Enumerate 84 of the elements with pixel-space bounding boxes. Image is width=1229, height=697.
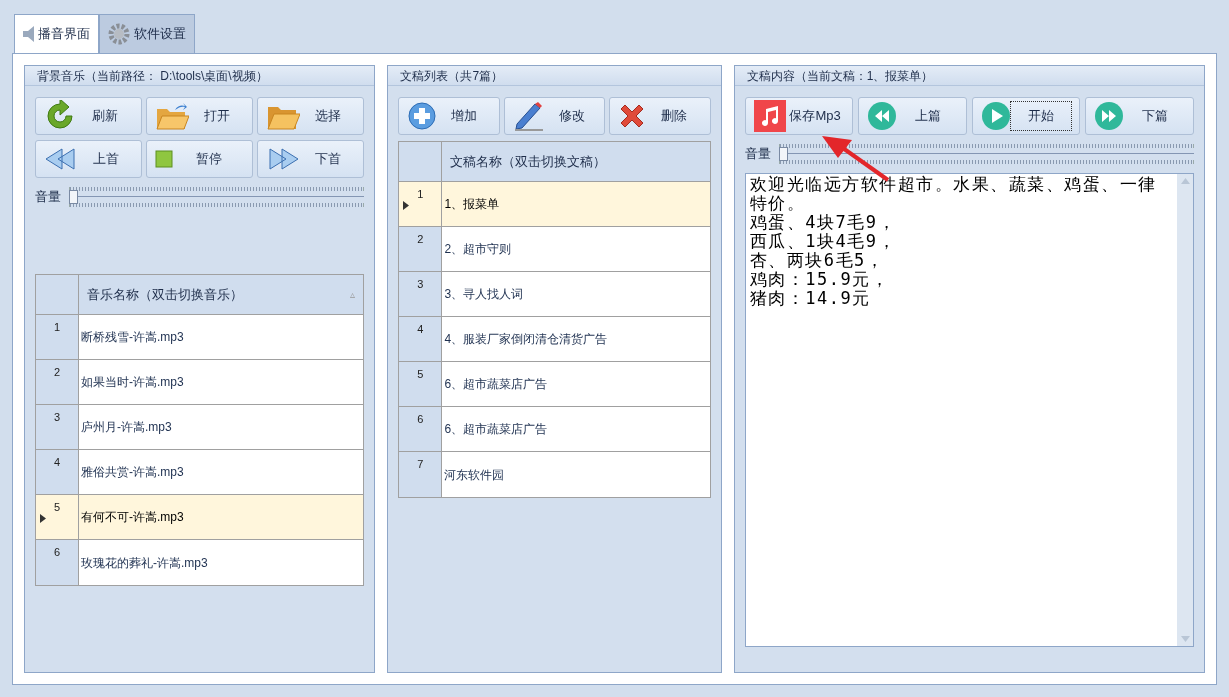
table-row[interactable]: 4 4、服装厂家倒闭清仓清货广告: [399, 317, 710, 362]
table-cell-text: 1、报菜单: [444, 196, 500, 213]
stop-square-icon: [155, 150, 174, 168]
refresh-icon: [44, 100, 76, 132]
table-cell-text: 6、超市蔬菜店广告: [444, 376, 548, 393]
toolbar-button[interactable]: 刷新: [35, 97, 143, 135]
toolbar-button[interactable]: 选择: [257, 97, 365, 135]
tab[interactable]: 软件设置: [99, 14, 195, 53]
text-line: 西瓜、1块4毛9，: [749, 232, 898, 251]
row-number: 2: [53, 365, 61, 380]
toolbar-button[interactable]: 开始: [971, 97, 1081, 135]
table-row[interactable]: 1 1、报菜单: [399, 182, 710, 227]
table-row[interactable]: 3 3、寻人找人词: [399, 272, 710, 317]
toolbar-button[interactable]: 打开: [146, 97, 254, 135]
volume-slider[interactable]: [69, 184, 365, 210]
table-row[interactable]: 5 6、超市蔬菜店广告: [399, 362, 710, 407]
volume-label: 音量: [35, 188, 61, 207]
speaker-icon: [23, 26, 34, 42]
scrollbar[interactable]: [1177, 174, 1193, 646]
row-number: 6: [53, 545, 61, 560]
table-cell-text: 庐州月-许嵩.mp3: [81, 419, 172, 436]
text-line: 鸡肉：15.9元，: [749, 270, 891, 289]
table-cell-text: 断桥残雪-许嵩.mp3: [81, 329, 184, 346]
row-number: 5: [417, 367, 424, 382]
music-note-icon: [753, 100, 786, 132]
table-cell-text: 2、超市守则: [444, 241, 512, 258]
toolbar-button[interactable]: 下篇: [1085, 97, 1194, 135]
row-number: 3: [53, 410, 61, 425]
plus-circle-icon: [407, 101, 438, 131]
table-cell-text: 4、服装厂家倒闭清仓清货广告: [444, 331, 608, 348]
table-row[interactable]: 6 6、超市蔬菜店广告: [399, 407, 710, 452]
table-row[interactable]: 4 雅俗共赏-许嵩.mp3: [36, 450, 364, 495]
double-right-arrow-icon: [266, 146, 301, 172]
toolbar-button[interactable]: 上篇: [858, 97, 967, 135]
up-arrow-icon: [1180, 178, 1190, 184]
tab[interactable]: 播音界面: [14, 14, 99, 53]
row-number: 7: [417, 457, 424, 472]
table-row[interactable]: 2 2、超市守则: [399, 227, 710, 272]
text-line: 鸡蛋、4块7毛9，: [749, 213, 898, 232]
text-line: 猪肉：14.9元: [749, 289, 872, 308]
double-left-arrow-icon: [44, 146, 78, 172]
down-arrow-icon: [1180, 636, 1190, 642]
row-number: 5: [53, 500, 61, 515]
row-number: 1: [53, 320, 61, 335]
toolbar-button[interactable]: 修改: [503, 97, 606, 135]
sort-indicator: ▵: [350, 288, 356, 302]
toolbar-button[interactable]: 暂停: [146, 140, 254, 178]
table-cell-text: 玫瑰花的葬礼-许嵩.mp3: [81, 554, 208, 572]
table-cell-text: 雅俗共赏-许嵩.mp3: [81, 464, 184, 481]
panel-title: 文稿内容（当前文稿：1、报菜单）: [746, 67, 934, 85]
table-row[interactable]: 2 如果当时-许嵩.mp3: [36, 360, 364, 405]
text-line: 杏、两块6毛5，: [749, 251, 886, 270]
fast-forward-icon: [1094, 101, 1125, 131]
table-row[interactable]: 3 庐州月-许嵩.mp3: [36, 405, 364, 450]
table-cell-text: 河东软件园: [444, 466, 505, 484]
row-number: 3: [417, 277, 424, 292]
row-number: 4: [417, 322, 424, 337]
volume-label: 音量: [744, 145, 771, 164]
volume-slider[interactable]: [778, 141, 1194, 167]
toolbar-button[interactable]: 保存Mp3: [744, 97, 854, 135]
toolbar-button[interactable]: 下首: [257, 140, 365, 178]
toolbar-button[interactable]: 删除: [609, 97, 711, 135]
table-row[interactable]: 1 断桥残雪-许嵩.mp3: [36, 315, 364, 360]
open-folder-icon: [155, 101, 190, 131]
table-row[interactable]: 5 有何不可-许嵩.mp3: [36, 495, 364, 540]
gear-icon: [108, 23, 130, 45]
play-icon: [980, 101, 1011, 131]
row-number: 4: [53, 455, 61, 470]
slider-thumb[interactable]: [778, 147, 788, 161]
table-cell-text: 3、寻人找人词: [444, 286, 524, 303]
panel-title: 背景音乐（当前路径： D:\tools\桌面\视频）: [37, 67, 268, 85]
table-cell-text: 有何不可-许嵩.mp3: [81, 509, 184, 526]
row-number: 6: [417, 412, 424, 427]
rewind-icon: [867, 101, 898, 131]
table-cell-text: 如果当时-许嵩.mp3: [81, 374, 184, 391]
toolbar-button[interactable]: 增加: [398, 97, 500, 135]
row-pointer-icon: [403, 201, 410, 210]
toolbar-button[interactable]: 上首: [35, 140, 143, 178]
table-cell-text: 6、超市蔬菜店广告: [444, 421, 548, 438]
row-pointer-icon: [40, 514, 46, 523]
panel-title: 文稿列表（共7篇）: [400, 67, 504, 85]
slider-thumb[interactable]: [69, 190, 78, 204]
row-number: 1: [417, 187, 424, 202]
row-number: 2: [417, 232, 424, 247]
